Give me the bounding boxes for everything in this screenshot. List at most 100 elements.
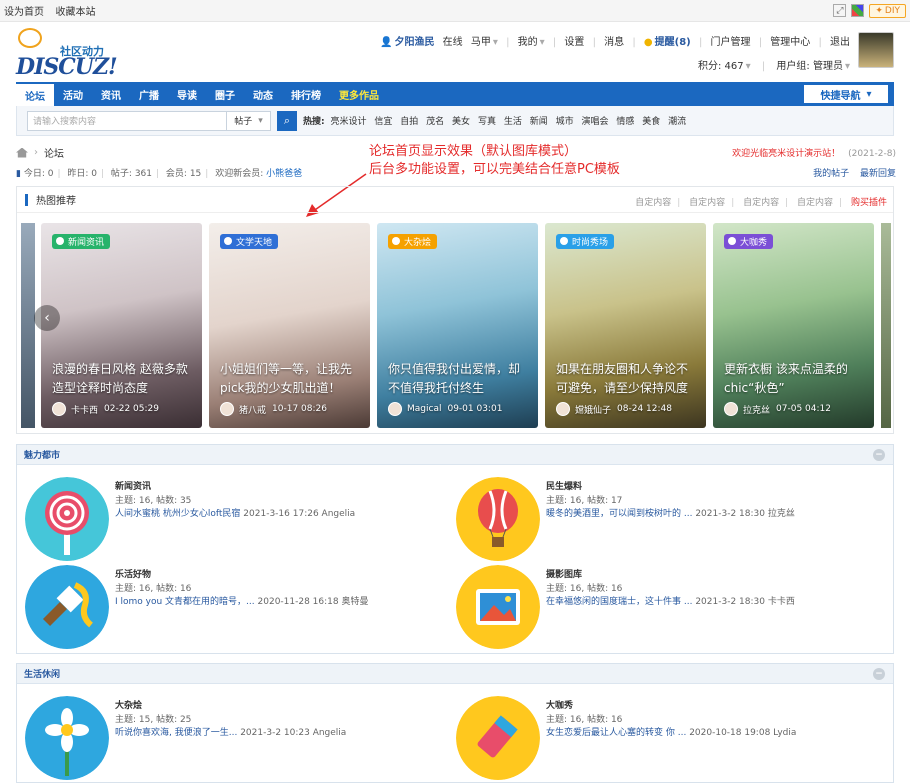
welcome-text[interactable]: 欢迎光临亮米设计演示站！ xyxy=(732,149,840,159)
hot-word[interactable]: 演唱会 xyxy=(582,117,609,127)
card-author[interactable]: 卡卡西 xyxy=(71,403,98,416)
forum-name[interactable]: 民生爆料 xyxy=(546,479,582,492)
avatar[interactable] xyxy=(858,32,894,68)
section-header[interactable]: 魅力都市 − xyxy=(17,445,893,465)
last-post-link[interactable]: 听说你喜欢海, 我便浪了一生... xyxy=(115,728,237,738)
user-link-mine[interactable]: 我的 xyxy=(518,37,538,48)
hot-card[interactable]: 时尚秀场 如果在朋友圈和人争论不可避免，请至少保持风度 嫦娥仙子 08-24 12… xyxy=(545,223,706,428)
section-header[interactable]: 生活休闲 − xyxy=(17,664,893,684)
section-title[interactable]: 魅力都市 xyxy=(24,448,60,461)
nav-item-feed[interactable]: 动态 xyxy=(244,82,282,106)
forum-name[interactable]: 大杂烩 xyxy=(115,698,142,711)
hot-word[interactable]: 美女 xyxy=(452,117,470,127)
hot-word[interactable]: 美食 xyxy=(642,117,660,127)
card-tag[interactable]: 时尚秀场 xyxy=(556,234,615,249)
last-post-link[interactable]: 女生恋爱后最让人心塞的转变 你 ... xyxy=(546,728,686,738)
card-title[interactable]: 你只值得我付出爱情，却不值得我托付终生 xyxy=(388,360,530,398)
forum-item[interactable]: 大杂烩 主题: 15, 帖数: 25 听说你喜欢海, 我便浪了一生... 202… xyxy=(19,694,439,784)
breadcrumb-current[interactable]: 论坛 xyxy=(44,145,64,160)
last-post-link[interactable]: I lomo you 文青都在用的暗号，... xyxy=(115,597,255,607)
forum-item[interactable]: 摄影图库 主题: 16, 帖数: 16 在幸福悠闲的国度瑞士，这十件事 ... … xyxy=(450,563,870,653)
forum-name[interactable]: 大咖秀 xyxy=(546,698,573,711)
custom-link[interactable]: 自定内容 xyxy=(743,198,779,208)
custom-link[interactable]: 自定内容 xyxy=(689,198,725,208)
style-icon[interactable] xyxy=(851,4,865,17)
remind-link[interactable]: 提醒(8) xyxy=(655,37,691,48)
hot-word[interactable]: 新闻 xyxy=(530,117,548,127)
hot-word[interactable]: 茂名 xyxy=(426,117,444,127)
usergroup-link[interactable]: 用户组: 管理员 xyxy=(776,61,843,72)
hot-word[interactable]: 潮流 xyxy=(668,117,686,127)
diy-button[interactable]: ✦ DIY xyxy=(869,3,906,18)
card-author[interactable]: 嫦娥仙子 xyxy=(575,403,611,416)
search-type-select[interactable]: 帖子 ▾ xyxy=(227,110,271,131)
hot-word[interactable]: 亮米设计 xyxy=(330,117,366,127)
forum-item[interactable]: 乐活好物 主题: 16, 帖数: 16 I lomo you 文青都在用的暗号，… xyxy=(19,563,439,653)
forum-name[interactable]: 乐活好物 xyxy=(115,567,151,580)
photo-icon[interactable] xyxy=(456,565,540,649)
user-link-vest[interactable]: 马甲 xyxy=(471,37,491,48)
collapse-icon[interactable]: − xyxy=(873,449,885,461)
bookmark-link[interactable]: 收藏本站 xyxy=(56,7,96,18)
forum-item[interactable]: 新闻资讯 主题: 16, 帖数: 35 人间水蜜桃 杭州少女心loft民宿 20… xyxy=(19,475,439,565)
lollipop-icon[interactable] xyxy=(25,477,109,561)
hot-word[interactable]: 情感 xyxy=(616,117,634,127)
nav-item-broadcast[interactable]: 广播 xyxy=(130,82,168,106)
card-author[interactable]: Magical xyxy=(407,404,441,414)
custom-link[interactable]: 自定内容 xyxy=(635,198,671,208)
user-link-settings[interactable]: 设置 xyxy=(564,37,584,48)
site-logo[interactable]: 社区动力 DISCUZ! xyxy=(16,28,126,80)
username-link[interactable]: 夕阳渔民 xyxy=(394,37,434,48)
my-posts-link[interactable]: 我的帖子 xyxy=(813,169,849,179)
card-title[interactable]: 更新衣橱 该来点温柔的chic“秋色” xyxy=(724,360,866,398)
card-tag[interactable]: 大咖秀 xyxy=(724,234,774,249)
eraser-icon[interactable] xyxy=(456,696,540,780)
buy-plugin-link[interactable]: 购买插件 xyxy=(851,198,887,208)
hot-air-balloon-icon[interactable] xyxy=(456,477,540,561)
last-post-link[interactable]: 在幸福悠闲的国度瑞士，这十件事 ... xyxy=(546,597,692,607)
card-tag[interactable]: 新闻资讯 xyxy=(52,234,111,249)
card-author[interactable]: 拉克丝 xyxy=(743,403,770,416)
admin-center-link[interactable]: 管理中心 xyxy=(770,37,810,48)
hot-card[interactable]: 新闻资讯 浪漫的春日风格 赵薇多款造型诠释时尚态度 卡卡西 02-22 05:29 xyxy=(41,223,202,428)
card-title[interactable]: 小姐姐们等一等，让我先pick我的少女肌出道！ xyxy=(220,360,362,398)
search-button[interactable]: ⌕ xyxy=(277,110,297,131)
nav-item-circle[interactable]: 圈子 xyxy=(206,82,244,106)
nav-item-more-works[interactable]: 更多作品 xyxy=(330,82,388,106)
section-title[interactable]: 生活休闲 xyxy=(24,667,60,680)
latest-replies-link[interactable]: 最新回复 xyxy=(860,169,896,179)
card-title[interactable]: 浪漫的春日风格 赵薇多款造型诠释时尚态度 xyxy=(52,360,194,398)
user-link-messages[interactable]: 消息 xyxy=(604,37,624,48)
hot-card[interactable]: 大咖秀 更新衣橱 该来点温柔的chic“秋色” 拉克丝 07-05 04:12 xyxy=(713,223,874,428)
collapse-icon[interactable]: − xyxy=(873,668,885,680)
nav-item-forum[interactable]: 论坛 xyxy=(16,84,54,106)
hot-word[interactable]: 写真 xyxy=(478,117,496,127)
forum-item[interactable]: 民生爆料 主题: 16, 帖数: 17 暖冬的美酒里，可以闻到桉树叶的 ... … xyxy=(450,475,870,565)
fullscreen-icon[interactable]: ⤢ xyxy=(833,4,847,17)
card-author[interactable]: 猪八戒 xyxy=(239,403,266,416)
logout-link[interactable]: 退出 xyxy=(830,37,850,48)
hot-word[interactable]: 信宜 xyxy=(374,117,392,127)
new-member-link[interactable]: 小熊爸爸 xyxy=(266,169,302,179)
search-input[interactable]: 请输入搜索内容 xyxy=(27,110,227,131)
forum-name[interactable]: 新闻资讯 xyxy=(115,479,151,492)
nav-item-ranking[interactable]: 排行榜 xyxy=(282,82,330,106)
card-tag[interactable]: 文学天地 xyxy=(220,234,279,249)
portal-admin-link[interactable]: 门户管理 xyxy=(711,37,751,48)
hot-word[interactable]: 城市 xyxy=(556,117,574,127)
set-home-link[interactable]: 设为首页 xyxy=(4,7,44,18)
nav-item-news[interactable]: 资讯 xyxy=(92,82,130,106)
flower-icon[interactable] xyxy=(25,696,109,780)
card-title[interactable]: 如果在朋友圈和人争论不可避免，请至少保持风度 xyxy=(556,360,698,398)
credits-link[interactable]: 积分: 467 xyxy=(698,61,744,72)
hot-word[interactable]: 自拍 xyxy=(400,117,418,127)
hot-card[interactable]: 文学天地 小姐姐们等一等，让我先pick我的少女肌出道！ 猪八戒 10-17 08… xyxy=(209,223,370,428)
home-icon[interactable] xyxy=(16,147,28,158)
quick-nav-button[interactable]: 快捷导航 ▾ xyxy=(804,85,888,103)
paintbrush-icon[interactable] xyxy=(25,565,109,649)
nav-item-guide[interactable]: 导读 xyxy=(168,82,206,106)
last-post-link[interactable]: 暖冬的美酒里，可以闻到桉树叶的 ... xyxy=(546,509,692,519)
custom-link[interactable]: 自定内容 xyxy=(797,198,833,208)
forum-name[interactable]: 摄影图库 xyxy=(546,567,582,580)
forum-item[interactable]: 大咖秀 主题: 16, 帖数: 16 女生恋爱后最让人心塞的转变 你 ... 2… xyxy=(450,694,870,784)
